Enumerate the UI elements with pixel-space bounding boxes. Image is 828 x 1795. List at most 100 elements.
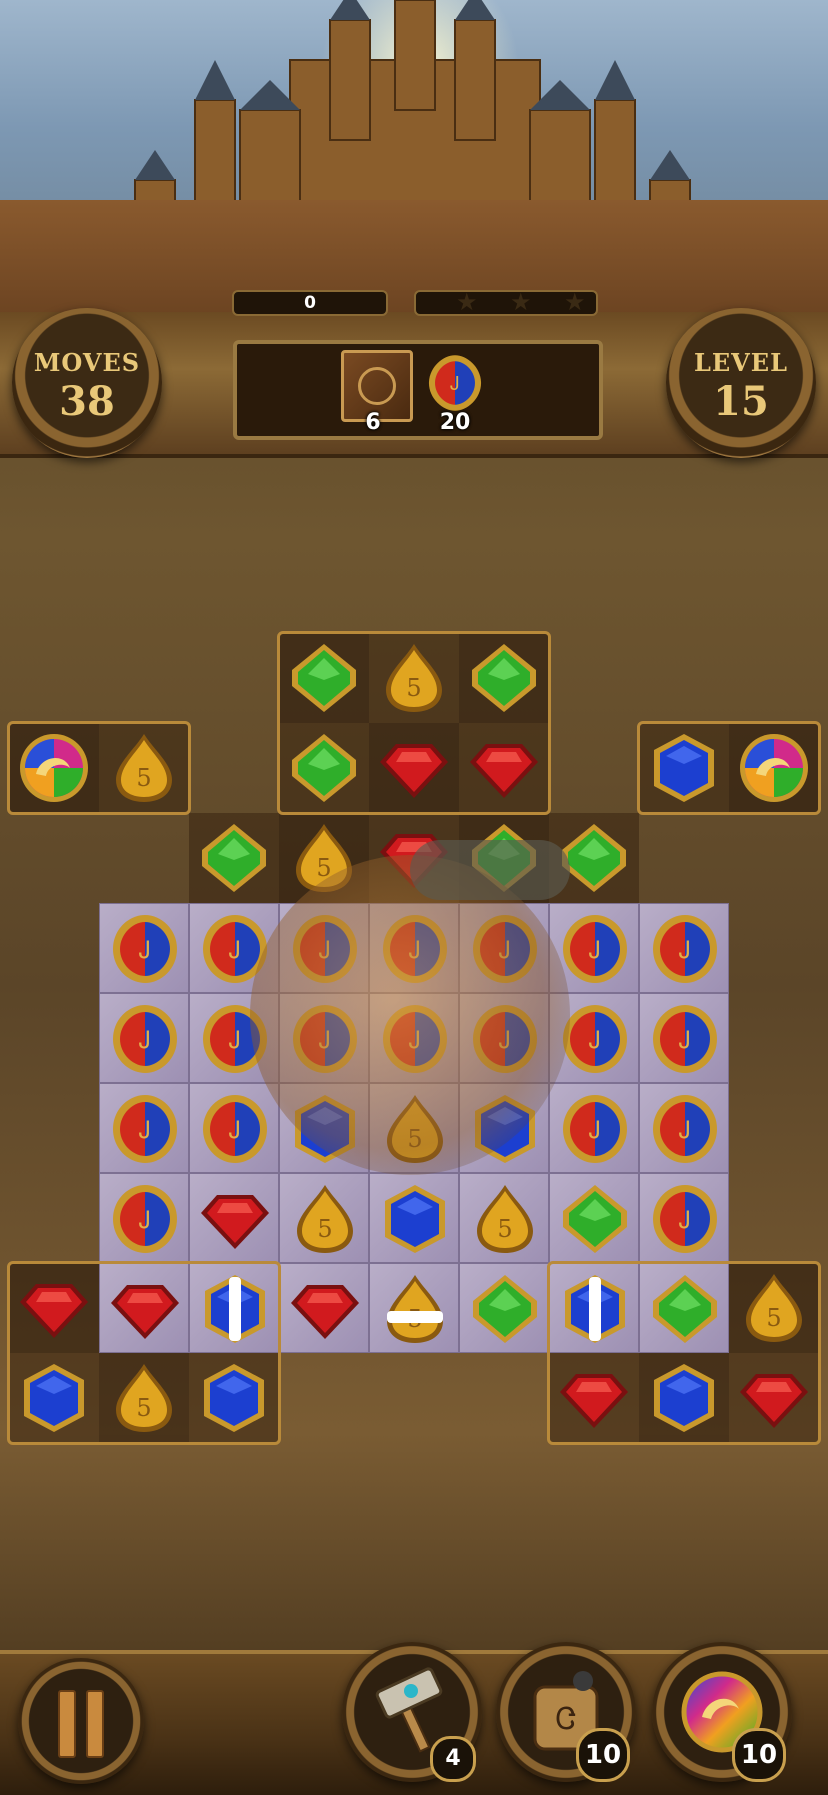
- redblue-gem-icon: Ꭻ: [647, 1091, 723, 1167]
- board-cell[interactable]: Ꭻ: [639, 903, 729, 993]
- svg-text:5: 5: [497, 1215, 512, 1243]
- blue-gem-icon: [196, 1360, 272, 1436]
- board-cell[interactable]: [729, 1353, 819, 1443]
- blue-striped-gem-icon: [197, 1271, 273, 1347]
- svg-text:Ꭻ: Ꭻ: [139, 1116, 151, 1144]
- board-cell[interactable]: [369, 723, 459, 813]
- hammer-booster-button[interactable]: 4: [342, 1642, 482, 1782]
- rainbow-booster-button[interactable]: 10: [652, 1642, 792, 1782]
- board-cell[interactable]: [189, 1173, 279, 1263]
- board-cell[interactable]: [549, 1173, 639, 1263]
- rainbow-gem-icon: [16, 730, 92, 806]
- board-cell[interactable]: Ꭻ: [639, 1173, 729, 1263]
- board-cell[interactable]: [459, 1263, 549, 1353]
- score-value: 0: [304, 293, 316, 313]
- svg-text:Ꭻ: Ꭻ: [139, 1026, 151, 1054]
- bomb-booster-button[interactable]: Ꮳ 10: [496, 1642, 636, 1782]
- star-icon: ★: [510, 288, 532, 316]
- board-cell[interactable]: [99, 1263, 189, 1353]
- board-cell[interactable]: Ꭻ: [639, 993, 729, 1083]
- hammer-count: 4: [430, 1736, 476, 1782]
- goal-crate-count: 6: [365, 410, 381, 435]
- level-label: LEVEL: [694, 348, 788, 377]
- board-cell[interactable]: Ꭻ: [639, 1083, 729, 1173]
- board-cell[interactable]: Ꭻ: [99, 1083, 189, 1173]
- board-cell[interactable]: [189, 813, 279, 903]
- redblue-gem-icon: Ꭻ: [107, 911, 183, 987]
- moves-label: MOVES: [33, 348, 141, 377]
- rainbow-count: 10: [732, 1728, 786, 1782]
- level-value: 15: [713, 378, 769, 425]
- board-cell[interactable]: [279, 1263, 369, 1353]
- svg-text:Ꭻ: Ꭻ: [589, 1026, 601, 1054]
- board-cell[interactable]: [639, 723, 729, 813]
- level-indicator: LEVEL 15: [666, 308, 816, 458]
- board-cell[interactable]: Ꭻ: [99, 993, 189, 1083]
- svg-text:5: 5: [406, 674, 421, 702]
- board-cell[interactable]: [459, 633, 549, 723]
- svg-text:Ꭻ: Ꭻ: [229, 1026, 241, 1054]
- svg-text:Ꭻ: Ꭻ: [229, 1116, 241, 1144]
- redblue-gem-icon: Ꭻ: [647, 1001, 723, 1077]
- board-cell[interactable]: [549, 1353, 639, 1443]
- redblue-gem-icon: Ꭻ: [107, 1091, 183, 1167]
- board-cell[interactable]: 5: [99, 723, 189, 813]
- gold-gem-icon: 5: [376, 640, 452, 716]
- green-gem-icon: [286, 730, 362, 806]
- green-gem-icon: [467, 1271, 543, 1347]
- board-cell[interactable]: [459, 723, 549, 813]
- board-cell[interactable]: Ꭻ: [99, 903, 189, 993]
- board-cell[interactable]: [279, 633, 369, 723]
- green-gem-icon: [286, 640, 362, 716]
- star-icon: ★: [456, 288, 478, 316]
- board-cell[interactable]: [369, 1173, 459, 1263]
- svg-text:Ꭻ: Ꭻ: [229, 936, 241, 964]
- svg-text:Ꭻ: Ꭻ: [450, 372, 460, 395]
- bomb-fuse: [410, 840, 570, 900]
- blue-gem-icon: [377, 1181, 453, 1257]
- green-gem-icon: [557, 1181, 633, 1257]
- board-cell[interactable]: [639, 1353, 729, 1443]
- board-cell[interactable]: [9, 1353, 99, 1443]
- board-cell[interactable]: Ꭻ: [189, 1083, 279, 1173]
- pause-button[interactable]: [18, 1658, 144, 1784]
- board-cell[interactable]: 5: [459, 1173, 549, 1263]
- svg-text:Ꭻ: Ꭻ: [679, 1116, 691, 1144]
- red-gem-icon: [107, 1271, 183, 1347]
- board-cell[interactable]: 5: [369, 633, 459, 723]
- red-gem-icon: [466, 730, 542, 806]
- board-cell[interactable]: [189, 1353, 279, 1443]
- svg-text:5: 5: [136, 764, 151, 792]
- board-cell[interactable]: 5: [99, 1353, 189, 1443]
- board-cell[interactable]: Ꭻ: [549, 1083, 639, 1173]
- green-gem-icon: [466, 640, 542, 716]
- score-bar: 0: [232, 290, 388, 316]
- blue-striped-gem-icon: [557, 1271, 633, 1347]
- board-cell[interactable]: [9, 1263, 99, 1353]
- gold-gem-icon: 5: [467, 1181, 543, 1257]
- board-cell[interactable]: 5: [369, 1263, 459, 1353]
- board-cell[interactable]: [189, 1263, 279, 1353]
- redblue-gem-icon: Ꭻ: [557, 911, 633, 987]
- gold-gem-icon: 5: [106, 1360, 182, 1436]
- redblue-gem-icon: Ꭻ: [197, 1091, 273, 1167]
- svg-text:Ꭻ: Ꭻ: [139, 936, 151, 964]
- board-cell[interactable]: [639, 1263, 729, 1353]
- gold-gem-icon: 5: [106, 730, 182, 806]
- board-cell[interactable]: 5: [729, 1263, 819, 1353]
- board-cell[interactable]: Ꭻ: [99, 1173, 189, 1263]
- board-cell[interactable]: [9, 723, 99, 813]
- svg-text:Ꭻ: Ꭻ: [589, 1116, 601, 1144]
- gold-gem-icon: 5: [736, 1270, 812, 1346]
- svg-text:5: 5: [766, 1304, 781, 1332]
- board-cell[interactable]: [279, 723, 369, 813]
- svg-text:Ꭻ: Ꭻ: [679, 1206, 691, 1234]
- board-cell[interactable]: [549, 1263, 639, 1353]
- redblue-gem-icon: Ꭻ: [107, 1001, 183, 1077]
- board-cell[interactable]: [729, 723, 819, 813]
- red-gem-icon: [736, 1360, 812, 1436]
- blue-gem-icon: [646, 730, 722, 806]
- goal-gem-count: 20: [439, 410, 471, 435]
- level-goals: 6 Ꭻ 20: [233, 340, 603, 440]
- board-cell[interactable]: 5: [279, 1173, 369, 1263]
